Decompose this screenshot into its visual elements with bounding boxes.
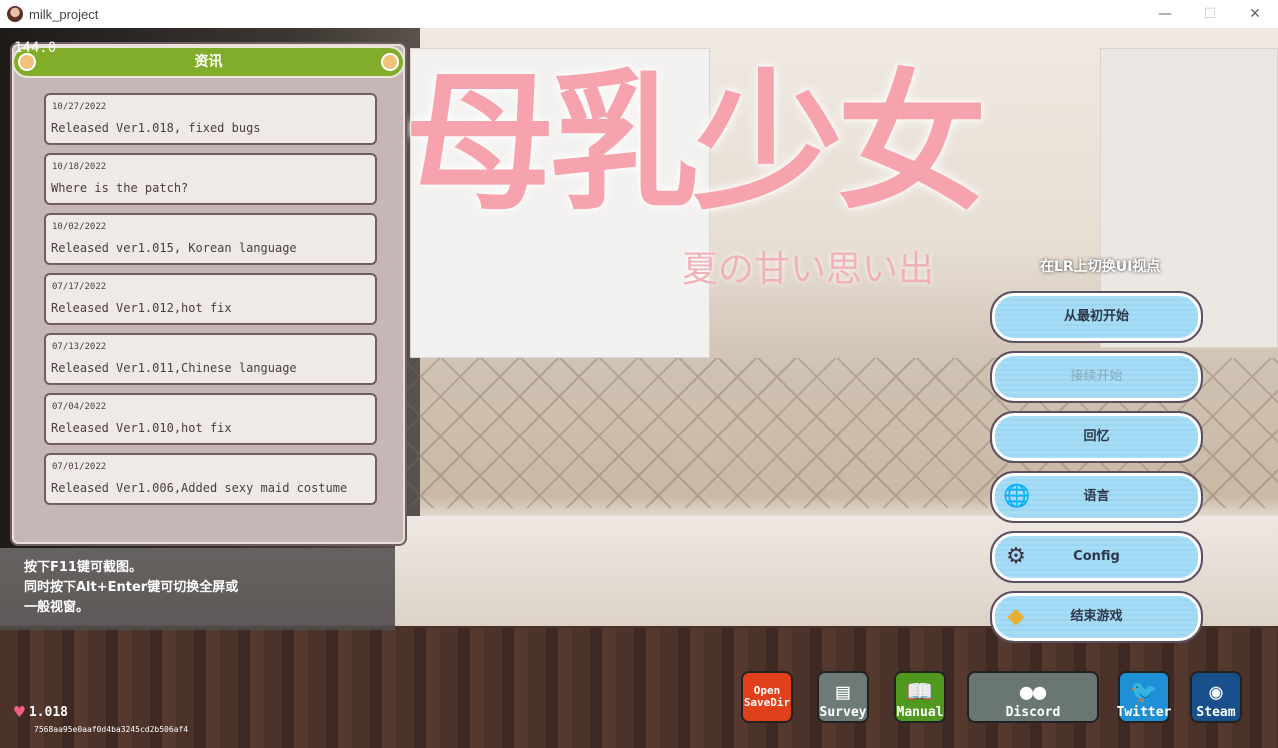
news-text: Released ver1.015, Korean language xyxy=(51,241,297,255)
heart-icon: ♥ xyxy=(14,702,25,723)
social-label: Survey xyxy=(819,705,867,720)
news-text: Released Ver1.012,hot fix xyxy=(51,301,232,315)
news-date: 07/13/2022 xyxy=(52,342,107,352)
menu-label: 语言 xyxy=(1083,489,1110,504)
build-hash: 7568aa95e0aaf0d4ba3245cd2b506af4 xyxy=(34,725,189,734)
news-date: 07/17/2022 xyxy=(52,282,107,292)
news-text: Released Ver1.011,Chinese language xyxy=(51,361,297,375)
news-date: 07/01/2022 xyxy=(52,462,107,472)
app-icon xyxy=(7,6,23,22)
menu-label: 从最初开始 xyxy=(1063,309,1129,324)
game-canvas: 母乳少女 夏の甘い思い出 144.0 资讯 10/27/2022 Released… xyxy=(0,28,1278,748)
recollection-button[interactable]: 回忆 xyxy=(990,411,1203,463)
start-new-button[interactable]: 从最初开始 xyxy=(990,291,1203,343)
news-text: Released Ver1.018, fixed bugs xyxy=(51,121,261,135)
continue-button: 接续开始 xyxy=(990,351,1203,403)
twitter-button[interactable]: 🐦 Twitter xyxy=(1116,671,1172,723)
open-savedir-button[interactable]: Open SaveDir xyxy=(741,671,793,723)
menu-label: Config xyxy=(1073,549,1120,564)
news-item[interactable]: 10/02/2022 Released ver1.015, Korean lang… xyxy=(44,213,377,265)
news-date: 10/18/2022 xyxy=(52,162,107,172)
manual-button[interactable]: 📖 Manual xyxy=(894,671,946,723)
news-title: 资讯 xyxy=(194,54,223,70)
version-number: 1.018 xyxy=(28,705,68,720)
news-item[interactable]: 10/27/2022 Released Ver1.018, fixed bugs xyxy=(44,93,377,145)
news-date: 10/02/2022 xyxy=(52,222,107,232)
version-label: ♥ 1.018 xyxy=(14,702,68,723)
news-date: 10/27/2022 xyxy=(52,102,107,112)
tip-line: 同时按下Alt+Enter键可切换全屏或 xyxy=(24,580,239,595)
ui-hint: 在LR上切换UI视点 xyxy=(1040,259,1161,275)
menu-label: 回忆 xyxy=(1083,429,1110,444)
social-label: Manual xyxy=(896,705,944,720)
survey-button[interactable]: ▤ Survey xyxy=(817,671,869,723)
game-logo: 母乳少女 xyxy=(405,55,987,231)
tip-line: 一般视窗。 xyxy=(24,600,90,615)
discord-button[interactable]: ●● Discord xyxy=(967,671,1099,723)
maximize-button[interactable]: ☐ xyxy=(1200,4,1220,24)
config-button[interactable]: ⚙ Config xyxy=(990,531,1203,583)
quit-game-button[interactable]: ◆ 结束游戏 xyxy=(990,591,1203,643)
social-label: Twitter xyxy=(1116,705,1172,720)
menu-label: 结束游戏 xyxy=(1070,609,1123,624)
crystal-icon: ◆ xyxy=(1007,604,1025,629)
social-label: Open SaveDir xyxy=(743,683,791,709)
news-item[interactable]: 07/01/2022 Released Ver1.006,Added sexy m… xyxy=(44,453,377,505)
close-button[interactable]: ✕ xyxy=(1245,4,1265,24)
steam-button[interactable]: ◉ Steam xyxy=(1190,671,1242,723)
discord-icon: ●● xyxy=(1019,680,1047,705)
news-item[interactable]: 07/13/2022 Released Ver1.011,Chinese lang… xyxy=(44,333,377,385)
news-text: Released Ver1.010,hot fix xyxy=(51,421,232,435)
social-label: Steam xyxy=(1196,705,1236,720)
gear-icon: ⚙ xyxy=(1006,544,1026,569)
minimize-button[interactable]: — xyxy=(1155,4,1175,24)
tips-box: 按下F11键可截图。 同时按下Alt+Enter键可切换全屏或 一般视窗。 xyxy=(0,548,395,630)
news-panel: 资讯 10/27/2022 Released Ver1.018, fixed bu… xyxy=(10,42,407,546)
news-date: 07/04/2022 xyxy=(52,402,107,412)
menu-label: 接续开始 xyxy=(1070,369,1123,384)
language-button[interactable]: 🌐 语言 xyxy=(990,471,1203,523)
book-icon: 📖 xyxy=(906,680,934,705)
news-item[interactable]: 07/17/2022 Released Ver1.012,hot fix xyxy=(44,273,377,325)
news-header: 资讯 xyxy=(12,46,405,78)
news-text: Where is the patch? xyxy=(51,181,189,195)
title-bar: milk_project — ☐ ✕ xyxy=(0,0,1278,28)
flower-icon xyxy=(383,55,397,69)
fps-counter: 144.0 xyxy=(14,40,57,56)
news-text: Released Ver1.006,Added sexy maid costum… xyxy=(51,481,348,495)
news-item[interactable]: 10/18/2022 Where is the patch? xyxy=(44,153,377,205)
document-icon: ▤ xyxy=(836,680,850,705)
flower-icon xyxy=(20,55,34,69)
tip-line: 按下F11键可截图。 xyxy=(24,560,142,575)
news-item[interactable]: 07/04/2022 Released Ver1.010,hot fix xyxy=(44,393,377,445)
globe-icon: 🌐 xyxy=(1003,484,1031,509)
game-logo-subtitle: 夏の甘い思い出 xyxy=(682,249,935,290)
window-title: milk_project xyxy=(29,6,99,22)
twitter-icon: 🐦 xyxy=(1130,680,1158,705)
social-label: Discord xyxy=(1005,705,1061,720)
steam-icon: ◉ xyxy=(1209,680,1223,705)
